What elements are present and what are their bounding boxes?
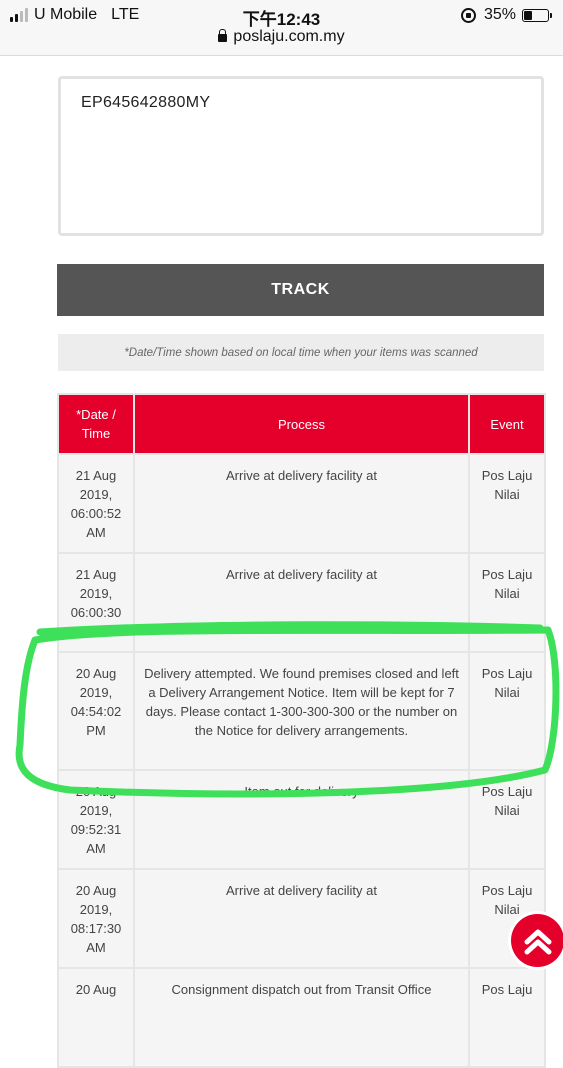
table-row: 21 Aug 2019, 06:00:30 AM Arrive at deliv…: [57, 552, 546, 653]
cell-event: Pos Laju: [468, 967, 546, 1068]
table-row: 21 Aug 2019, 06:00:52 AM Arrive at deliv…: [57, 453, 546, 554]
track-button[interactable]: TRACK: [57, 264, 544, 316]
cell-event: Pos Laju Nilai: [468, 552, 546, 653]
tracking-table: *Date / Time Process Event 21 Aug 2019, …: [57, 393, 546, 1068]
cell-process: Item out for delivery: [133, 769, 470, 870]
battery-percent: 35%: [483, 6, 516, 23]
table-row: 20 Aug 2019, 04:54:02 PM Delivery attemp…: [57, 651, 546, 771]
cell-date: 20 Aug: [57, 967, 135, 1068]
cell-event: Pos Laju Nilai: [468, 651, 546, 771]
table-row: 20 Aug 2019, 09:52:31 AM Item out for de…: [57, 769, 546, 870]
url-text: poslaju.com.my: [233, 28, 345, 45]
status-bar: U Mobile LTE 下午12:43 35% poslaju.com.my: [0, 0, 563, 56]
cell-date: 21 Aug 2019, 06:00:52 AM: [57, 453, 135, 554]
battery-info: 35%: [460, 6, 552, 24]
battery-icon: [522, 8, 552, 22]
cell-process: Delivery attempted. We found premises cl…: [133, 651, 470, 771]
cell-event: Pos Laju Nilai: [468, 453, 546, 554]
back-to-top-button[interactable]: [511, 914, 563, 967]
cell-date: 21 Aug 2019, 06:00:30 AM: [57, 552, 135, 653]
cell-process: Arrive at delivery facility at: [133, 552, 470, 653]
tracking-number-input[interactable]: EP645642880MY: [58, 76, 544, 236]
rotation-lock-icon: [460, 7, 476, 23]
chevron-up-icon: [524, 929, 551, 954]
header-date: *Date / Time: [57, 393, 135, 455]
cell-process: Arrive at delivery facility at: [133, 868, 470, 969]
cell-date: 20 Aug 2019, 04:54:02 PM: [57, 651, 135, 771]
cell-date: 20 Aug 2019, 09:52:31 AM: [57, 769, 135, 870]
cell-event: Pos Laju Nilai: [468, 769, 546, 870]
header-process: Process: [133, 393, 470, 455]
cell-date: 20 Aug 2019, 08:17:30 AM: [57, 868, 135, 969]
cell-process: Consignment dispatch out from Transit Of…: [133, 967, 470, 1068]
timezone-note: *Date/Time shown based on local time whe…: [58, 334, 544, 371]
table-row: 20 Aug 2019, 08:17:30 AM Arrive at deliv…: [57, 868, 546, 969]
address-bar[interactable]: poslaju.com.my: [0, 28, 563, 46]
cell-process: Arrive at delivery facility at: [133, 453, 470, 554]
table-header-row: *Date / Time Process Event: [57, 393, 546, 455]
table-row: 20 Aug Consignment dispatch out from Tra…: [57, 967, 546, 1068]
lock-icon: [218, 29, 228, 42]
header-event: Event: [468, 393, 546, 455]
